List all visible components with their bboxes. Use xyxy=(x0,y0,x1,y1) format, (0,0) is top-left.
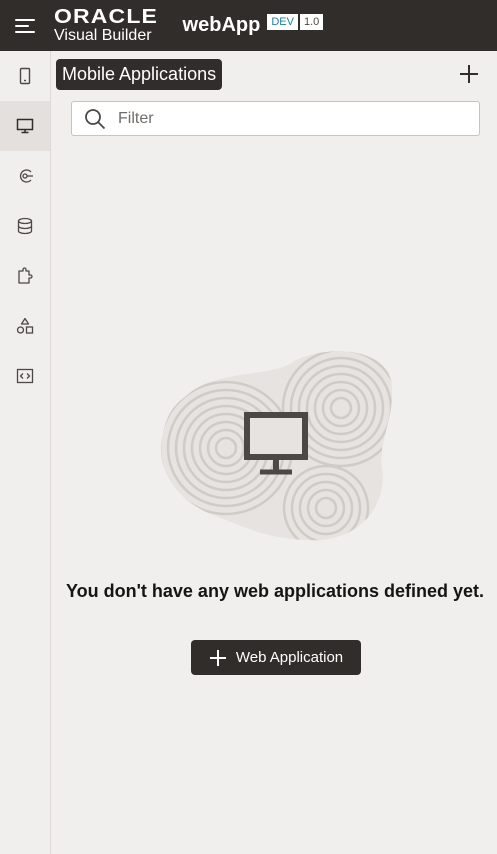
filter-input[interactable] xyxy=(116,108,479,129)
desktop-icon xyxy=(16,118,34,134)
add-icon[interactable] xyxy=(458,63,480,85)
filter-field[interactable] xyxy=(71,101,480,136)
code-icon xyxy=(16,368,34,384)
mobile-icon xyxy=(19,67,31,85)
rail-item-web[interactable] xyxy=(0,101,50,151)
rail-item-services[interactable] xyxy=(0,151,50,201)
plus-icon xyxy=(209,649,226,666)
rail-item-processes[interactable] xyxy=(0,301,50,351)
navigator-rail xyxy=(0,51,51,854)
panel-title: Mobile Applications xyxy=(56,59,223,90)
version-badge: 1.0 xyxy=(299,13,324,30)
rail-item-source[interactable] xyxy=(0,351,50,401)
rail-item-components[interactable] xyxy=(0,251,50,301)
shapes-icon xyxy=(16,317,34,334)
rail-item-mobile[interactable] xyxy=(0,51,50,101)
database-icon xyxy=(17,217,33,235)
service-connection-icon xyxy=(19,169,33,183)
app-header: ORACLE Visual Builder webApp DEV 1.0 xyxy=(0,0,497,51)
component-icon xyxy=(18,267,33,284)
env-badge: DEV xyxy=(267,13,298,30)
empty-state-message: You don't have any web applications defi… xyxy=(65,581,485,601)
menu-icon[interactable] xyxy=(15,18,35,33)
create-web-application-button[interactable]: Web Application xyxy=(191,640,361,675)
rail-item-business-objects[interactable] xyxy=(0,201,50,251)
empty-state-illustration xyxy=(160,351,393,541)
app-name[interactable]: webApp xyxy=(183,14,261,37)
brand-product: Visual Builder xyxy=(54,27,152,44)
create-button-label: Web Application xyxy=(235,649,344,666)
search-icon xyxy=(85,108,106,129)
brand-oracle: ORACLE xyxy=(54,6,159,28)
brand-logo: ORACLE Visual Builder xyxy=(54,7,157,44)
